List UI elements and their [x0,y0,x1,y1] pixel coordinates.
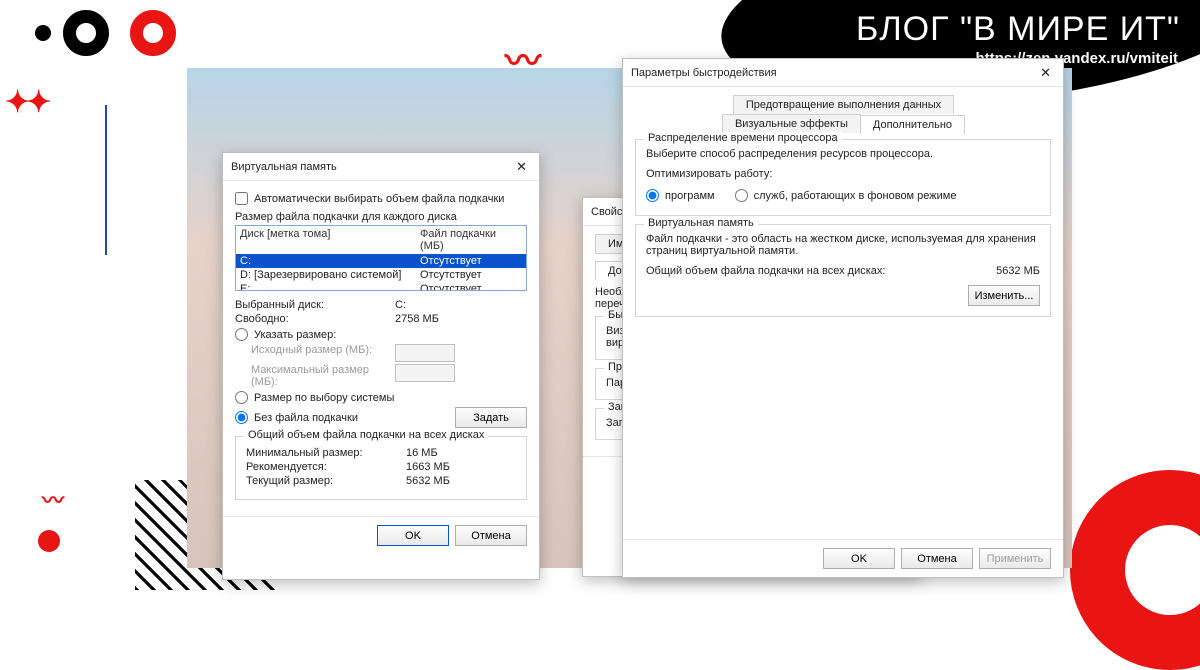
window-title: Параметры быстродействия [631,67,1036,79]
optimize-label: Оптимизировать работу: [646,168,1040,180]
radio-custom-size[interactable]: Указать размер: [235,328,527,341]
radio-custom-size-input[interactable] [235,328,248,341]
free-space-label: Свободно: [235,313,395,325]
initial-size-input [395,344,455,362]
ok-button[interactable]: OK [823,548,895,569]
ring-icon [1070,470,1200,670]
dot-icon [38,530,60,552]
dot-icon [35,25,51,41]
brand-title: БЛОГ "В МИРЕ ИТ" [856,10,1180,49]
radio-programs[interactable]: программ [646,189,715,202]
window-performance-options: Параметры быстродействия ✕ Предотвращени… [622,58,1064,578]
close-icon[interactable]: ✕ [1036,65,1055,81]
cancel-button[interactable]: Отмена [901,548,973,569]
maximum-size-label: Максимальный размер (МБ): [235,364,395,388]
close-icon[interactable]: ✕ [512,159,531,175]
current-size-value: 5632 МБ [406,475,450,487]
pagesize-label: Размер файла подкачки для каждого диска [235,211,527,223]
table-row[interactable]: C:Отсутствует [236,254,526,268]
tab-dep[interactable]: Предотвращение выполнения данных [733,95,954,114]
apply-button[interactable]: Применить [979,548,1051,569]
window-title: Виртуальная память [231,161,512,173]
min-size-label: Минимальный размер: [246,447,406,459]
divider-icon [105,105,107,255]
col-drive: Диск [метка тома] [240,228,420,252]
radio-programs-input[interactable] [646,189,659,202]
radio-no-paging[interactable]: Без файла подкачки [235,411,358,424]
min-size-value: 16 МБ [406,447,438,459]
set-button[interactable]: Задать [455,407,527,428]
current-size-label: Текущий размер: [246,475,406,487]
zigzag-icon: ✦✦ [5,85,47,120]
group-virtual-memory: Виртуальная память [644,217,758,229]
radio-system-managed-input[interactable] [235,391,248,404]
initial-size-label: Исходный размер (МБ): [235,344,395,362]
radio-no-paging-input[interactable] [235,411,248,424]
change-button[interactable]: Изменить... [968,285,1040,306]
cancel-button[interactable]: Отмена [455,525,527,546]
group-cpu-scheduling: Распределение времени процессора [644,132,842,144]
radio-services-input[interactable] [735,189,748,202]
recommended-value: 1663 МБ [406,461,450,473]
table-row[interactable]: D: [Зарезервировано системой]Отсутствует [236,268,526,282]
ok-button[interactable]: OK [377,525,449,546]
drive-list[interactable]: Диск [метка тома] Файл подкачки (МБ) C:О… [235,225,527,291]
window-virtual-memory: Виртуальная память ✕ Автоматически выбир… [222,152,540,580]
maximum-size-input [395,364,455,382]
selected-drive-value: C: [395,299,406,311]
ring-icon [130,10,176,56]
free-space-value: 2758 МБ [395,313,439,325]
ring-icon [63,10,109,56]
vm-total-value: 5632 МБ [996,265,1040,277]
cpu-text: Выберите способ распределения ресурсов п… [646,148,1040,160]
tab-additional[interactable]: Дополнительно [860,115,965,134]
checkbox-auto-manage[interactable]: Автоматически выбирать объем файла подка… [235,192,527,205]
table-row[interactable]: E:Отсутствует [236,282,526,291]
checkbox-auto-manage-input[interactable] [235,192,248,205]
group-total-pagefile: Общий объем файла подкачки на всех диска… [244,429,488,441]
zigzag-icon: 〰 [42,483,61,515]
recommended-label: Рекомендуется: [246,461,406,473]
radio-system-managed[interactable]: Размер по выбору системы [235,391,527,404]
radio-services[interactable]: служб, работающих в фоновом режиме [735,189,957,202]
vm-total-label: Общий объем файла подкачки на всех диска… [646,265,885,277]
tab-visual-effects[interactable]: Визуальные эффекты [722,114,861,133]
col-pagefile: Файл подкачки (МБ) [420,228,522,252]
selected-drive-label: Выбранный диск: [235,299,395,311]
vm-description: Файл подкачки - это область на жестком д… [646,233,1040,257]
